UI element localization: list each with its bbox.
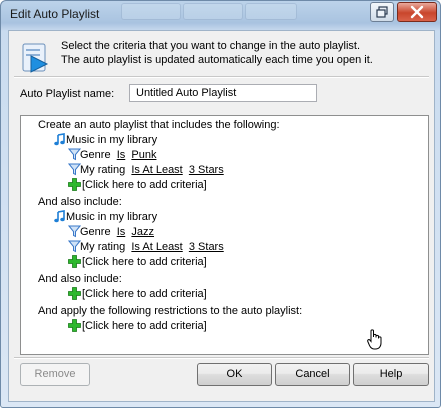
group-heading: And apply the following restrictions to … xyxy=(38,305,303,317)
restore-icon xyxy=(376,6,388,18)
playlist-name-label: Auto Playlist name: xyxy=(20,88,115,100)
cancel-button[interactable]: Cancel xyxy=(275,363,350,386)
group-heading: And also include: xyxy=(38,273,122,285)
criteria-value-link[interactable]: 3 Stars xyxy=(189,164,224,176)
source-music-library[interactable]: Music in my library xyxy=(66,210,157,224)
close-icon xyxy=(410,5,424,19)
dialog-client-area: Select the criteria that you want to cha… xyxy=(8,30,435,402)
criteria-field: Genre xyxy=(80,226,111,238)
remove-button[interactable]: Remove xyxy=(20,363,90,386)
header-description: Select the criteria that you want to cha… xyxy=(61,39,373,67)
background-tab-ghost xyxy=(121,3,181,20)
criteria-operator-link[interactable]: Is xyxy=(117,226,126,238)
add-plus-icon xyxy=(68,178,81,191)
add-criteria-link[interactable]: [Click here to add criteria] xyxy=(82,178,207,192)
criteria-operator-link[interactable]: Is xyxy=(117,149,126,161)
add-plus-icon xyxy=(68,319,81,332)
auto-playlist-icon xyxy=(22,43,49,73)
criteria-rating-row: My rating Is At Least 3 Stars xyxy=(80,163,224,177)
criteria-genre-row: Genre Is Punk xyxy=(80,148,156,162)
criteria-rating-row: My rating Is At Least 3 Stars xyxy=(80,240,224,254)
add-criteria-link[interactable]: [Click here to add criteria] xyxy=(82,319,207,333)
header-line-1: Select the criteria that you want to cha… xyxy=(61,40,361,52)
criteria-tree: Create an auto playlist that includes th… xyxy=(20,115,429,355)
music-note-icon xyxy=(54,133,65,146)
add-criteria-link[interactable]: [Click here to add criteria] xyxy=(82,287,207,301)
playlist-name-field[interactable] xyxy=(129,84,317,102)
criteria-genre-row: Genre Is Jazz xyxy=(80,225,154,239)
restore-button[interactable] xyxy=(370,2,394,22)
add-plus-icon xyxy=(68,287,81,300)
music-note-icon xyxy=(54,210,65,223)
group-heading: And also include: xyxy=(38,196,122,208)
criteria-value-link[interactable]: Jazz xyxy=(131,226,154,238)
criteria-value-link[interactable]: Punk xyxy=(131,149,156,161)
help-button[interactable]: Help xyxy=(353,363,429,386)
add-plus-icon xyxy=(68,255,81,268)
source-music-library[interactable]: Music in my library xyxy=(66,133,157,147)
criteria-field: My rating xyxy=(80,241,126,253)
header-separator xyxy=(14,76,429,78)
add-criteria-link[interactable]: [Click here to add criteria] xyxy=(82,255,207,269)
background-tab-ghost xyxy=(245,3,297,20)
background-tab-ghost xyxy=(183,3,243,20)
edit-auto-playlist-dialog: Edit Auto Playlist Select the criteria t… xyxy=(0,0,441,408)
hand-cursor-icon xyxy=(367,329,382,350)
close-button[interactable] xyxy=(397,2,437,22)
criteria-field: Genre xyxy=(80,149,111,161)
footer-separator xyxy=(14,357,429,359)
criteria-value-link[interactable]: 3 Stars xyxy=(189,241,224,253)
group-heading: Create an auto playlist that includes th… xyxy=(38,119,280,131)
window-title: Edit Auto Playlist xyxy=(10,7,100,21)
criteria-operator-link[interactable]: Is At Least xyxy=(131,164,182,176)
criteria-operator-link[interactable]: Is At Least xyxy=(131,241,182,253)
criteria-field: My rating xyxy=(80,164,126,176)
ok-button[interactable]: OK xyxy=(197,363,272,386)
header-line-2: The auto playlist is updated automatical… xyxy=(61,54,373,66)
